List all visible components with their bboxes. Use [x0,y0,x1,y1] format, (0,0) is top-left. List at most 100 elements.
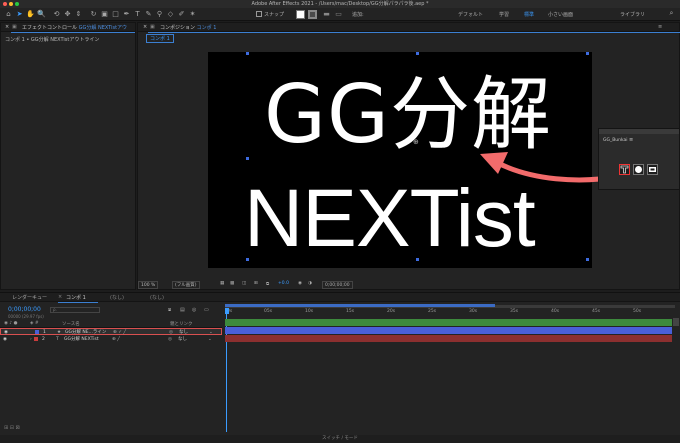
camera-tool-icon[interactable]: ▣ [100,10,109,19]
work-area-range[interactable] [225,304,495,307]
timeline-scrollbar[interactable] [673,318,679,326]
stroke-color-icon[interactable]: ▭ [334,10,343,19]
circle-button[interactable] [633,164,644,175]
graph-editor-icon[interactable]: ▭ [204,307,209,313]
snap-checkbox[interactable] [256,11,262,17]
dolly-tool-icon[interactable]: ⇕ [74,10,83,19]
comp-duration-bar[interactable] [225,319,672,326]
comp-panel-menu-icon[interactable]: ≡ [658,24,662,30]
pickwhip-icon[interactable]: ◎ [168,336,172,343]
label-color-swatch[interactable] [34,337,38,341]
resolution-dropdown[interactable]: (フル画質) [172,281,200,289]
time-ruler[interactable]: 0s 05s 10s 15s 20s 25s 30s 35s 40s 45s 5… [225,309,675,317]
selection-handle[interactable] [246,52,249,55]
timeline-toggle-icons[interactable]: ⊞ ⊟ ⊠ [4,425,20,431]
tab-effect-controls[interactable]: エフェクトコントロール GG分解 NEXTistアウ [22,24,127,31]
snapshot-icon[interactable]: ◉ [298,281,302,286]
rectangle-tool-icon[interactable]: □ [111,10,120,19]
hand-tool-icon[interactable]: ✋ [26,10,35,19]
parent-dropdown-icon[interactable]: ⌄ [209,329,213,336]
stroke-width-icon[interactable]: ▬ [322,10,331,19]
close-tab-icon[interactable]: × [5,24,9,30]
comp-timecode[interactable]: 0;00;00;00 [322,281,353,289]
puppet-tool-icon[interactable]: ✶ [188,10,197,19]
visibility-icon[interactable]: ◉ [4,329,8,336]
close-comp-tab-icon[interactable]: × [143,24,147,30]
visibility-icon[interactable]: ◉ [3,336,7,343]
eraser-tool-icon[interactable]: ◇ [166,10,175,19]
layer-switches[interactable]: ⊕ ╱ [112,336,120,343]
close-comp1-tab-icon[interactable]: × [58,294,62,300]
workspace-standard[interactable]: 標準 [524,11,534,18]
pickwhip-icon[interactable]: ◎ [169,329,173,336]
tab-comp1[interactable]: コンポ 1 [66,294,86,301]
layer-switches[interactable]: ⊕ ✓ ╱ [113,329,126,336]
type-tool-icon[interactable]: T [133,10,142,19]
tab-render-queue[interactable]: レンダーキュー [12,294,47,301]
timeline-timecode[interactable]: 0;00;00;00 [8,306,41,313]
tab-none-1[interactable]: (なし) [110,294,124,301]
tab-none-2[interactable]: (なし) [150,294,164,301]
layer-name[interactable]: GG分解 NEXTist [64,336,99,343]
search-help-icon[interactable]: ⌕ [667,9,676,18]
switches-modes-toggle[interactable]: スイッチ / モード [322,436,358,441]
layer-row[interactable]: ◉ › 2 T GG分解 NEXTist ⊕ ╱ ◎ なし ⌄ [0,336,222,343]
stroke-color-swatch[interactable] [308,10,317,19]
show-channel-icon[interactable]: ◑ [308,281,312,286]
workspace-libraries[interactable]: ライブラリ [620,11,645,18]
gg-panel-menu-icon[interactable]: ≡ [629,137,633,143]
layer-parent[interactable]: なし [178,336,187,343]
guides-icon[interactable]: ⊞ [254,281,258,286]
parent-link-header[interactable]: 親とリンク [170,321,193,327]
pen-tool-icon[interactable]: ✒ [122,10,131,19]
workspace-learn[interactable]: 学習 [499,11,509,18]
fill-color-swatch[interactable] [296,10,305,19]
clone-stamp-tool-icon[interactable]: ⚲ [155,10,164,19]
selection-handle[interactable] [586,258,589,261]
draft-3d-icon[interactable]: ▤ [180,307,185,313]
rotate-tool-icon[interactable]: ↻ [89,10,98,19]
layer-parent[interactable]: なし [179,329,188,336]
split-text-button[interactable] [619,164,630,175]
export-button[interactable] [647,164,658,175]
home-icon[interactable]: ⌂ [4,10,13,19]
comp-subtab[interactable]: コンポ 1 [146,34,174,43]
layer-row[interactable]: ◉ 1 ★ GG分解 NE...ライン ⊕ ✓ ╱ ◎ なし ⌄ [0,328,222,335]
region-of-interest-icon[interactable]: ▦ [220,281,224,286]
gg-panel-drag-bar[interactable] [599,129,679,134]
lock-icon[interactable]: ▣ [12,24,17,30]
plus-value[interactable]: +0.0 [278,281,289,286]
mask-visibility-icon[interactable]: ◫ [242,281,246,286]
parent-dropdown-icon[interactable]: ⌄ [208,336,212,343]
tab-composition[interactable]: コンポジション コンポ 1 [160,24,216,31]
zoom-window-button[interactable] [15,2,19,6]
pan-tool-icon[interactable]: ✥ [63,10,72,19]
zoom-tool-icon[interactable]: 🔍 [37,10,46,19]
selection-handle[interactable] [586,52,589,55]
selection-handle[interactable] [416,52,419,55]
source-name-header[interactable]: ソース名 [62,321,80,327]
brush-tool-icon[interactable]: ✎ [144,10,153,19]
workspace-small-screen[interactable]: 小さい画面 [548,11,573,18]
timeline-search-input[interactable]: ρ. [50,307,100,313]
anchor-point-icon[interactable]: ⊕ [413,138,419,146]
layer-1-bar[interactable] [225,327,672,334]
motion-blur-icon[interactable]: ◎ [192,307,196,313]
orbit-tool-icon[interactable]: ⟲ [52,10,61,19]
3d-view-icon[interactable]: ⧉ [266,281,269,287]
minimize-window-button[interactable] [9,2,13,6]
selection-tool-icon[interactable]: ➤ [15,10,24,19]
roto-brush-tool-icon[interactable]: ✐ [177,10,186,19]
selection-handle[interactable] [246,258,249,261]
workspace-default[interactable]: デフォルト [458,11,483,18]
selection-handle[interactable] [246,157,249,160]
expand-icon[interactable]: › [30,336,32,343]
selection-handle[interactable] [416,258,419,261]
layer-2-bar[interactable] [225,335,672,342]
comp-lock-icon[interactable]: ▣ [150,24,155,30]
transparency-grid-icon[interactable]: ▩ [230,281,234,286]
label-color-swatch[interactable] [35,330,39,334]
comp-flowchart-icon[interactable]: ⧈ [168,307,171,313]
zoom-dropdown[interactable]: 100 % [138,281,159,289]
layer-name[interactable]: GG分解 NE...ライン [65,329,106,336]
